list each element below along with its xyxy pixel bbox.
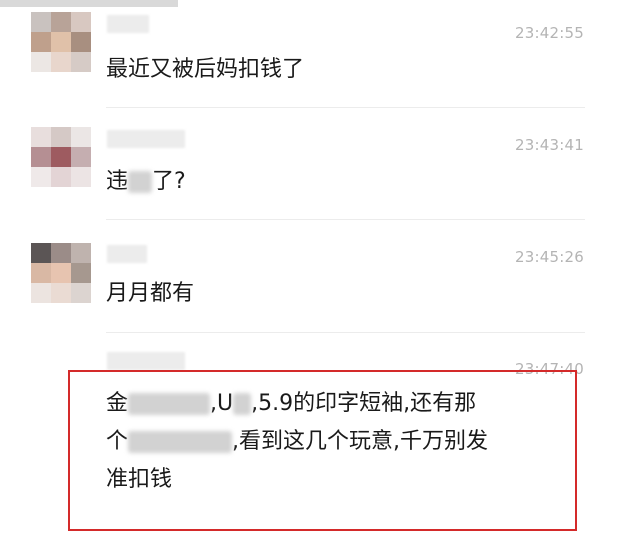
avatar-pixel xyxy=(31,127,51,147)
avatar-pixel xyxy=(31,263,51,283)
message-divider xyxy=(106,107,585,108)
message-text: 违了? xyxy=(106,164,186,200)
message-divider xyxy=(106,332,585,333)
avatar[interactable] xyxy=(31,127,91,187)
avatar-pixel xyxy=(51,243,71,263)
avatar-pixel xyxy=(31,52,51,72)
message-text-part: 违 xyxy=(106,169,129,194)
message-timestamp: 23:42:55 xyxy=(515,24,584,42)
avatar-pixel xyxy=(51,263,71,283)
avatar-pixel xyxy=(71,147,91,167)
avatar-pixel xyxy=(51,147,71,167)
avatar-pixel xyxy=(51,12,71,32)
avatar-pixel xyxy=(31,32,51,52)
message-timestamp: 23:45:26 xyxy=(515,248,584,266)
message-timestamp: 23:43:41 xyxy=(515,136,584,154)
message-divider xyxy=(106,219,585,220)
sender-name-blurred xyxy=(107,245,147,263)
avatar-pixel xyxy=(31,243,51,263)
avatar-pixel xyxy=(31,147,51,167)
highlight-box xyxy=(68,370,577,531)
avatar-pixel xyxy=(31,167,51,187)
avatar-pixel xyxy=(51,283,71,303)
blurred-text xyxy=(128,171,153,193)
avatar-pixel xyxy=(51,52,71,72)
avatar-pixel xyxy=(71,32,91,52)
avatar-pixel xyxy=(71,52,91,72)
sender-name-blurred xyxy=(107,15,149,33)
top-partial-strip xyxy=(0,0,178,7)
avatar[interactable] xyxy=(31,12,91,72)
avatar-pixel xyxy=(51,167,71,187)
message-text: 月月都有 xyxy=(106,281,195,306)
message-text: 最近又被后妈扣钱了 xyxy=(106,57,305,82)
avatar-pixel xyxy=(31,283,51,303)
avatar-pixel xyxy=(51,127,71,147)
avatar-pixel xyxy=(71,12,91,32)
avatar[interactable] xyxy=(31,243,91,303)
avatar-pixel xyxy=(71,263,91,283)
avatar-pixel xyxy=(51,32,71,52)
sender-name-blurred xyxy=(107,130,185,148)
avatar-pixel xyxy=(71,243,91,263)
avatar-pixel xyxy=(71,167,91,187)
sender-name-blurred xyxy=(107,352,185,370)
avatar-pixel xyxy=(71,127,91,147)
message-text-part: 了? xyxy=(152,169,186,194)
avatar-pixel xyxy=(31,12,51,32)
avatar-pixel xyxy=(71,283,91,303)
